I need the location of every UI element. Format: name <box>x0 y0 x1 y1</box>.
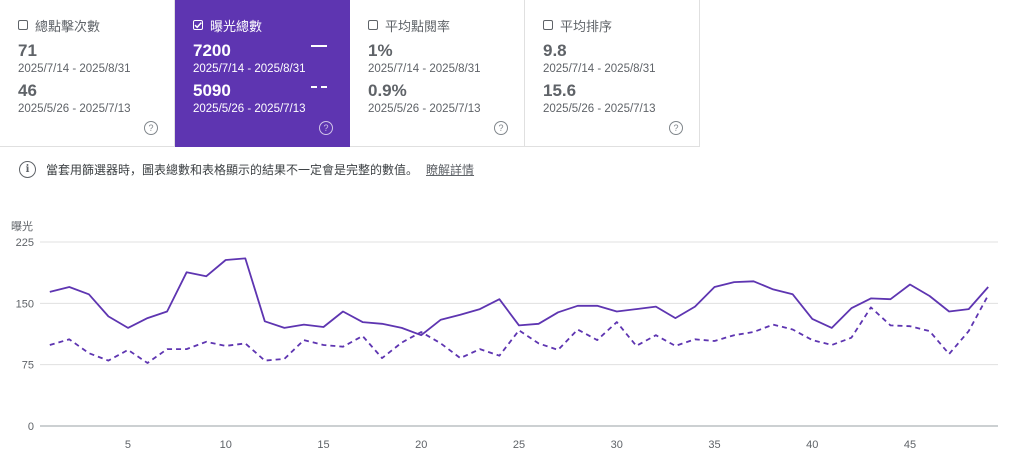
info-icon: i <box>19 161 36 178</box>
metric-label: 曝光總數 <box>210 18 263 34</box>
checkbox-unchecked-icon[interactable] <box>18 20 28 30</box>
series-line-previous-period <box>49 294 989 364</box>
x-tick-label: 35 <box>708 439 720 451</box>
metric-card-header: 曝光總數 <box>193 16 349 34</box>
help-icon[interactable]: ? <box>494 121 508 135</box>
metric-card-position[interactable]: 平均排序 9.8 2025/7/14 - 2025/8/31 15.6 2025… <box>525 0 700 147</box>
y-tick-label: 150 <box>16 298 34 310</box>
metric-value-previous: 5090 <box>193 81 231 100</box>
metric-range-previous: 2025/5/26 - 2025/7/13 <box>193 103 306 115</box>
metric-value-current: 7200 <box>193 41 231 60</box>
metric-range-current: 2025/7/14 - 2025/8/31 <box>18 63 131 75</box>
metric-card-header: 平均點閱率 <box>368 16 524 34</box>
metric-cards: 總點擊次數 71 2025/7/14 - 2025/8/31 46 2025/5… <box>0 0 700 147</box>
series-line-current-period <box>49 257 989 337</box>
metric-range-current: 2025/7/14 - 2025/8/31 <box>193 63 306 75</box>
x-tick-label: 25 <box>513 439 525 451</box>
impressions-line-chart: 0 75 150 225 5 10 15 20 25 30 35 40 45 <box>16 237 998 451</box>
filter-info-notice: i 當套用篩選器時，圖表總數和表格顯示的結果不一定會是完整的數值。 瞭解詳情 <box>19 161 474 178</box>
metric-value-current: 71 <box>18 41 37 60</box>
metric-range-previous: 2025/5/26 - 2025/7/13 <box>543 103 656 115</box>
x-tick-label: 45 <box>904 439 916 451</box>
metric-label: 平均排序 <box>560 18 613 34</box>
metric-range-previous: 2025/5/26 - 2025/7/13 <box>18 103 131 115</box>
legend-dashed-line-icon <box>311 86 327 88</box>
y-tick-label: 225 <box>16 237 34 249</box>
legend-solid-line-icon <box>311 45 327 47</box>
x-tick-label: 15 <box>317 439 329 451</box>
x-tick-label: 10 <box>220 439 232 451</box>
metric-range-current: 2025/7/14 - 2025/8/31 <box>368 63 481 75</box>
checkbox-checked-icon[interactable] <box>193 20 203 30</box>
metric-range-current: 2025/7/14 - 2025/8/31 <box>543 63 656 75</box>
metric-card-header: 總點擊次數 <box>18 16 174 34</box>
x-tick-label: 20 <box>415 439 427 451</box>
y-tick-label: 75 <box>22 360 34 372</box>
metric-label: 平均點閱率 <box>385 18 451 34</box>
help-icon[interactable]: ? <box>669 121 683 135</box>
metric-value-current: 9.8 <box>543 41 567 60</box>
x-tick-label: 5 <box>125 439 131 451</box>
x-tick-label: 40 <box>806 439 818 451</box>
y-tick-label: 0 <box>28 421 34 433</box>
metric-card-ctr[interactable]: 平均點閱率 1% 2025/7/14 - 2025/8/31 0.9% 2025… <box>350 0 525 147</box>
metric-card-header: 平均排序 <box>543 16 699 34</box>
x-tick-label: 30 <box>611 439 623 451</box>
metric-value-previous: 0.9% <box>368 81 407 100</box>
checkbox-unchecked-icon[interactable] <box>543 20 553 30</box>
metric-card-impressions[interactable]: 曝光總數 7200 2025/7/14 - 2025/8/31 5090 202… <box>175 0 350 147</box>
metric-value-previous: 15.6 <box>543 81 577 100</box>
checkbox-unchecked-icon[interactable] <box>368 20 378 30</box>
metric-range-previous: 2025/5/26 - 2025/7/13 <box>368 103 481 115</box>
info-text: 當套用篩選器時，圖表總數和表格顯示的結果不一定會是完整的數值。 <box>46 163 419 177</box>
help-icon[interactable]: ? <box>144 121 158 135</box>
metric-value-previous: 46 <box>18 81 37 100</box>
learn-more-link[interactable]: 瞭解詳情 <box>426 161 474 178</box>
metric-value-current: 1% <box>368 41 393 60</box>
metric-label: 總點擊次數 <box>35 18 101 34</box>
help-icon[interactable]: ? <box>319 121 333 135</box>
metric-card-clicks[interactable]: 總點擊次數 71 2025/7/14 - 2025/8/31 46 2025/5… <box>0 0 175 147</box>
